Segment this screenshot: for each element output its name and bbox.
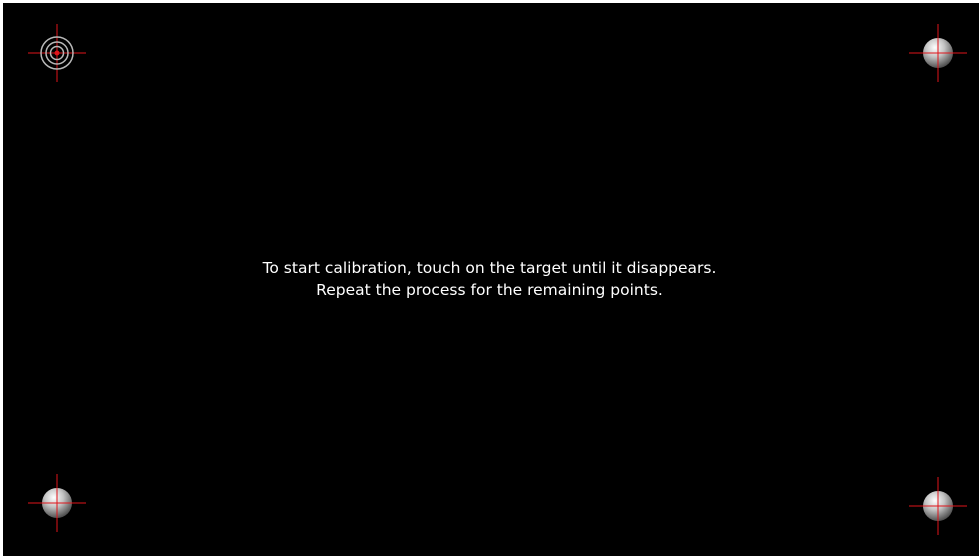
calibration-target-top-right[interactable] <box>908 23 968 83</box>
pending-target-icon <box>909 477 967 535</box>
calibration-instructions: To start calibration, touch on the targe… <box>0 257 979 301</box>
pending-target-icon <box>28 474 86 532</box>
pending-target-icon <box>909 24 967 82</box>
calibration-target-bottom-right[interactable] <box>908 476 968 536</box>
instruction-line-2: Repeat the process for the remaining poi… <box>316 281 663 299</box>
calibration-target-bottom-left[interactable] <box>27 473 87 533</box>
calibration-target-top-left[interactable] <box>27 23 87 83</box>
instruction-line-1: To start calibration, touch on the targe… <box>262 259 717 277</box>
active-target-icon <box>28 24 86 82</box>
